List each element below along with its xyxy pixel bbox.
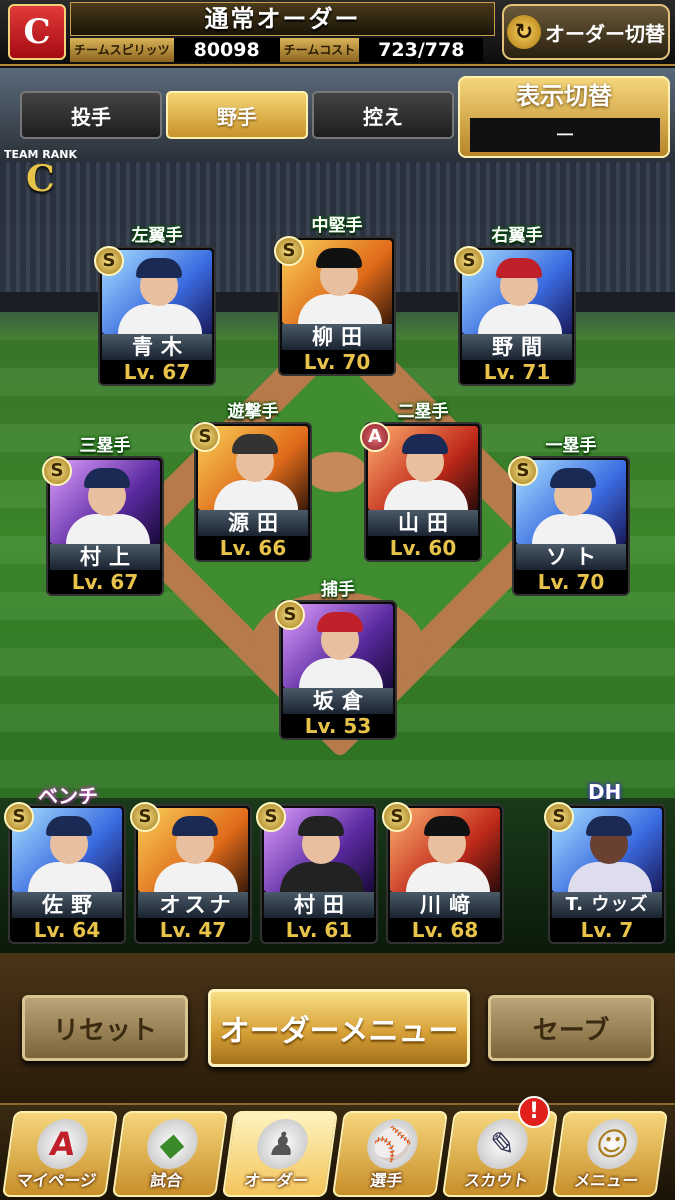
tab-reserve[interactable]: 控え	[312, 91, 454, 139]
rarity-badge: S	[42, 456, 72, 486]
team-spirits-value: 80098	[173, 38, 280, 62]
mypage-icon: A	[33, 1119, 91, 1169]
player-card-catcher[interactable]: 捕手 坂倉 Lv. 53 S	[275, 580, 397, 740]
bench-player-card[interactable]: 佐野 Lv. 64 S	[4, 802, 126, 944]
player-level: Lv. 53	[281, 714, 395, 738]
action-bar: リセット オーダーメニュー セーブ	[0, 953, 675, 1103]
player-level: Lv. 67	[100, 360, 214, 384]
rarity-badge: S	[130, 802, 160, 832]
rarity-badge: S	[454, 246, 484, 276]
player-card-second-base[interactable]: 二塁手 山田 Lv. 60 A	[360, 402, 482, 562]
header: C 通常オーダー チームスピリッツ 80098 チームコスト 723/778 ↻…	[0, 0, 675, 66]
reset-button[interactable]: リセット	[22, 995, 188, 1061]
team-logo: C	[8, 4, 66, 60]
bench-player-card[interactable]: 川﨑 Lv. 68 S	[382, 802, 504, 944]
save-button[interactable]: セーブ	[488, 995, 654, 1061]
player-level: Lv. 66	[196, 536, 310, 560]
player-name: 山田	[368, 510, 478, 536]
rarity-badge: S	[508, 456, 538, 486]
player-icon: ⚾	[363, 1119, 421, 1169]
menu-icon: ☺	[583, 1119, 641, 1169]
dh-label: DH	[588, 780, 622, 804]
player-card-third-base[interactable]: 三塁手 村上 Lv. 67 S	[42, 436, 164, 596]
player-name: 青木	[102, 334, 212, 360]
team-rank-badge: TEAM RANK C	[4, 148, 78, 200]
nav-game[interactable]: ◆ 試合	[111, 1111, 229, 1197]
rarity-badge: S	[544, 802, 574, 832]
switch-order-label: オーダー切替	[545, 21, 665, 46]
nav-menu[interactable]: ☺ メニュー	[551, 1111, 669, 1197]
player-name: 坂倉	[283, 688, 393, 714]
display-toggle-value: ー	[470, 118, 660, 152]
player-card-center-field[interactable]: 中堅手 柳田 Lv. 70 S	[274, 216, 396, 376]
rarity-badge: S	[256, 802, 286, 832]
team-stats: チームスピリッツ 80098 チームコスト 723/778	[70, 38, 495, 62]
nav-order[interactable]: ♟ オーダー	[221, 1111, 339, 1197]
nav-mypage[interactable]: A マイページ	[1, 1111, 119, 1197]
player-level: Lv. 67	[48, 570, 162, 594]
rarity-badge: S	[275, 600, 305, 630]
tab-pitcher[interactable]: 投手	[20, 91, 162, 139]
order-title: 通常オーダー	[70, 2, 495, 36]
player-name: ソト	[516, 544, 626, 570]
player-level: Lv. 61	[262, 918, 376, 942]
player-card-right-field[interactable]: 右翼手 野間 Lv. 71 S	[454, 226, 576, 386]
player-level: Lv. 7	[550, 918, 664, 942]
rarity-badge: S	[190, 422, 220, 452]
team-cost-value: 723/778	[359, 38, 484, 62]
player-name: T. ウッズ	[552, 892, 662, 918]
display-toggle-button[interactable]: 表示切替 ー	[458, 76, 670, 158]
pitchers-mound	[305, 452, 367, 492]
notification-badge: !	[518, 1096, 550, 1128]
rarity-badge: A	[360, 422, 390, 452]
bench-player-card[interactable]: 村田 Lv. 61 S	[256, 802, 378, 944]
switch-order-button[interactable]: ↻ オーダー切替	[502, 4, 670, 60]
swap-icon: ↻	[507, 15, 541, 49]
player-name: 佐野	[12, 892, 122, 918]
player-card-left-field[interactable]: 左翼手 青木 Lv. 67 S	[94, 226, 216, 386]
order-menu-button[interactable]: オーダーメニュー	[208, 989, 470, 1067]
nav-players[interactable]: ⚾ 選手	[331, 1111, 449, 1197]
player-name: オスナ	[138, 892, 248, 918]
player-level: Lv. 60	[366, 536, 480, 560]
player-level: Lv. 47	[136, 918, 250, 942]
player-level: Lv. 64	[10, 918, 124, 942]
bottom-nav: A マイページ ◆ 試合 ♟ オーダー ⚾ 選手 ✎ スカウト ☺ メニュー	[0, 1103, 675, 1200]
bench-player-card[interactable]: オスナ Lv. 47 S	[130, 802, 252, 944]
rarity-badge: S	[274, 236, 304, 266]
team-spirits-label: チームスピリッツ	[70, 38, 174, 62]
display-toggle-label: 表示切替	[516, 82, 612, 110]
player-name: 柳田	[282, 324, 392, 350]
player-name: 川﨑	[390, 892, 500, 918]
player-level: Lv. 71	[460, 360, 574, 384]
rarity-badge: S	[94, 246, 124, 276]
tab-fielder[interactable]: 野手	[166, 91, 308, 139]
rarity-badge: S	[4, 802, 34, 832]
rarity-badge: S	[382, 802, 412, 832]
player-level: Lv. 70	[280, 350, 394, 374]
field-icon: ◆	[143, 1119, 201, 1169]
player-level: Lv. 68	[388, 918, 502, 942]
scout-icon: ✎	[473, 1119, 531, 1169]
order-icon: ♟	[253, 1119, 311, 1169]
player-card-first-base[interactable]: 一塁手 ソト Lv. 70 S	[508, 436, 630, 596]
player-name: 野間	[462, 334, 572, 360]
player-name: 村上	[50, 544, 160, 570]
player-name: 村田	[264, 892, 374, 918]
team-cost-label: チームコスト	[279, 38, 360, 62]
player-name: 源田	[198, 510, 308, 536]
player-card-shortstop[interactable]: 遊撃手 源田 Lv. 66 S	[190, 402, 312, 562]
player-level: Lv. 70	[514, 570, 628, 594]
dh-player-card[interactable]: T. ウッズ Lv. 7 S	[544, 802, 666, 944]
